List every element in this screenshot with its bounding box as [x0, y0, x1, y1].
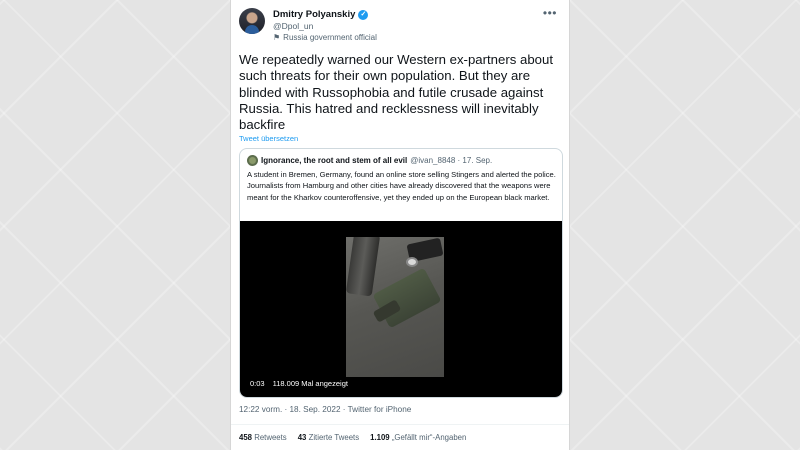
- more-icon[interactable]: •••: [543, 6, 557, 20]
- video-time: 0:03: [250, 379, 265, 388]
- tweet-timestamp[interactable]: 12:22 vorm. · 18. Sep. 2022 · Twitter fo…: [239, 405, 411, 414]
- government-label[interactable]: ⚑ Russia government official: [273, 33, 377, 42]
- government-label-text: Russia government official: [283, 33, 377, 42]
- launcher-lens: [406, 257, 418, 267]
- video-info: 0:03 118.009 Mal angezeigt: [250, 379, 348, 388]
- tweet-text: We repeatedly warned our Western ex-part…: [239, 52, 553, 133]
- flag-icon: ⚑: [273, 33, 281, 42]
- quotes-count: 43: [297, 433, 307, 442]
- author-name[interactable]: Dmitry Polyanskiy: [273, 9, 355, 20]
- video-frame: [346, 237, 444, 377]
- video-views: 118.009 Mal angezeigt: [272, 379, 348, 388]
- translate-link[interactable]: Tweet übersetzen: [239, 134, 298, 143]
- video-player[interactable]: 0:03 118.009 Mal angezeigt: [240, 221, 562, 397]
- retweets-label: Retweets: [254, 433, 287, 442]
- author-avatar[interactable]: [239, 8, 265, 34]
- author-handle[interactable]: @Dpol_un: [273, 21, 313, 31]
- tweet-stats: 458 Retweets 43 Zitierte Tweets 1.109 „G…: [239, 433, 466, 442]
- quoted-author-name: Ignorance, the root and stem of all evil: [261, 156, 408, 165]
- launcher-tube: [346, 237, 381, 297]
- likes-stat[interactable]: 1.109 „Gefällt mir“-Angaben: [370, 433, 466, 442]
- quoted-tweet-text: A student in Bremen, Germany, found an o…: [247, 170, 556, 202]
- divider: [231, 424, 569, 425]
- verified-icon: ✓: [358, 9, 369, 20]
- quotes-label: Zitierte Tweets: [308, 433, 360, 442]
- retweets-count: 458: [239, 433, 253, 442]
- author-name-row[interactable]: Dmitry Polyanskiy ✓: [273, 9, 369, 20]
- tweet-card: Dmitry Polyanskiy ✓ @Dpol_un ⚑ Russia go…: [230, 0, 570, 450]
- likes-label: „Gefällt mir“-Angaben: [391, 433, 467, 442]
- quoted-tweet-header: Ignorance, the root and stem of all evil…: [247, 155, 492, 166]
- retweets-stat[interactable]: 458 Retweets: [239, 433, 287, 442]
- quotes-stat[interactable]: 43 Zitierte Tweets: [298, 433, 359, 442]
- quoted-author-avatar: [247, 155, 258, 166]
- quoted-author-meta: @ivan_8848 · 17. Sep.: [410, 156, 493, 165]
- quoted-tweet[interactable]: Ignorance, the root and stem of all evil…: [239, 148, 563, 398]
- likes-count: 1.109: [370, 433, 390, 442]
